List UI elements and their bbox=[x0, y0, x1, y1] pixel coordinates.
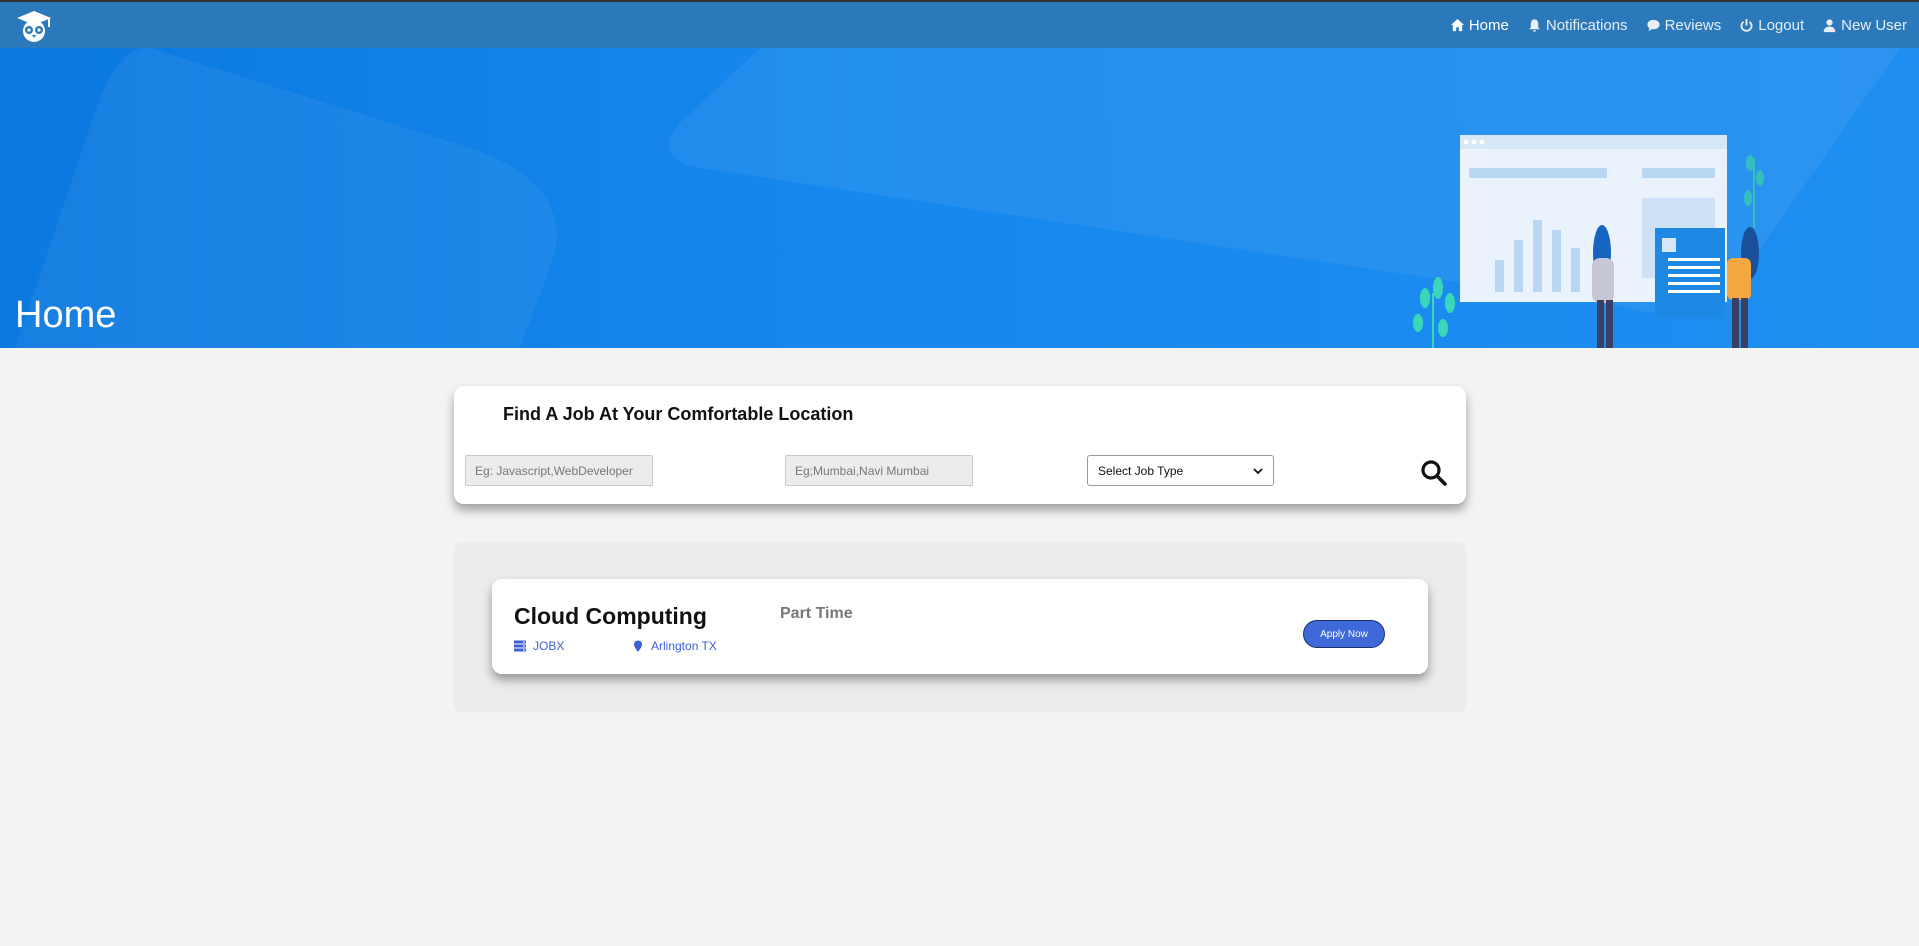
nav-reviews[interactable]: Reviews bbox=[1646, 16, 1722, 34]
apply-now-button[interactable]: Apply Now bbox=[1303, 620, 1385, 648]
building-list-icon bbox=[514, 640, 526, 652]
nav-logout-label: Logout bbox=[1758, 16, 1805, 34]
job-company: JOBX bbox=[514, 639, 564, 653]
bell-icon bbox=[1529, 18, 1540, 32]
search-icon[interactable] bbox=[1420, 459, 1448, 487]
map-pin-icon bbox=[634, 640, 642, 652]
chevron-down-icon bbox=[1253, 467, 1263, 474]
nav-home[interactable]: Home bbox=[1450, 17, 1509, 34]
job-company-name: JOBX bbox=[533, 639, 565, 653]
job-title: Cloud Computing bbox=[514, 603, 707, 629]
job-search-panel: Find A Job At Your Comfortable Location … bbox=[454, 386, 1466, 504]
job-card: Cloud Computing Part Time JOBX Arlington… bbox=[492, 579, 1428, 674]
power-icon bbox=[1740, 18, 1753, 32]
search-panel-title: Find A Job At Your Comfortable Location bbox=[503, 404, 854, 424]
nav-reviews-label: Reviews bbox=[1664, 16, 1722, 34]
job-type-select-value: Select Job Type bbox=[1098, 463, 1184, 478]
comment-icon bbox=[1646, 19, 1660, 31]
hero-banner: Home bbox=[0, 48, 1919, 348]
hero-background-illustration bbox=[15, 48, 1900, 348]
nav-menu: Home Notifications Reviews Logout New Us… bbox=[1450, 2, 1907, 48]
job-results-list: Cloud Computing Part Time JOBX Arlington… bbox=[454, 542, 1466, 712]
job-type-select[interactable]: Select Job Type bbox=[1087, 455, 1274, 486]
job-type: Part Time bbox=[780, 605, 853, 622]
home-icon bbox=[1450, 18, 1464, 31]
nav-new-user[interactable]: New User bbox=[1822, 17, 1907, 34]
job-location-name: Arlington TX bbox=[651, 639, 717, 653]
nav-home-label: Home bbox=[1468, 16, 1509, 34]
user-icon bbox=[1823, 18, 1836, 32]
graduation-owl-logo-icon[interactable] bbox=[16, 9, 52, 43]
location-search-input[interactable] bbox=[785, 455, 973, 486]
skill-search-input[interactable] bbox=[465, 455, 653, 486]
page-title: Home bbox=[15, 294, 117, 336]
navbar: Home Notifications Reviews Logout New Us… bbox=[0, 2, 1919, 48]
nav-notifications-label: Notifications bbox=[1545, 16, 1628, 34]
nav-logout[interactable]: Logout bbox=[1739, 17, 1804, 34]
nav-notifications[interactable]: Notifications bbox=[1527, 17, 1628, 34]
job-location: Arlington TX bbox=[632, 639, 717, 653]
nav-new-user-label: New User bbox=[1841, 16, 1907, 34]
